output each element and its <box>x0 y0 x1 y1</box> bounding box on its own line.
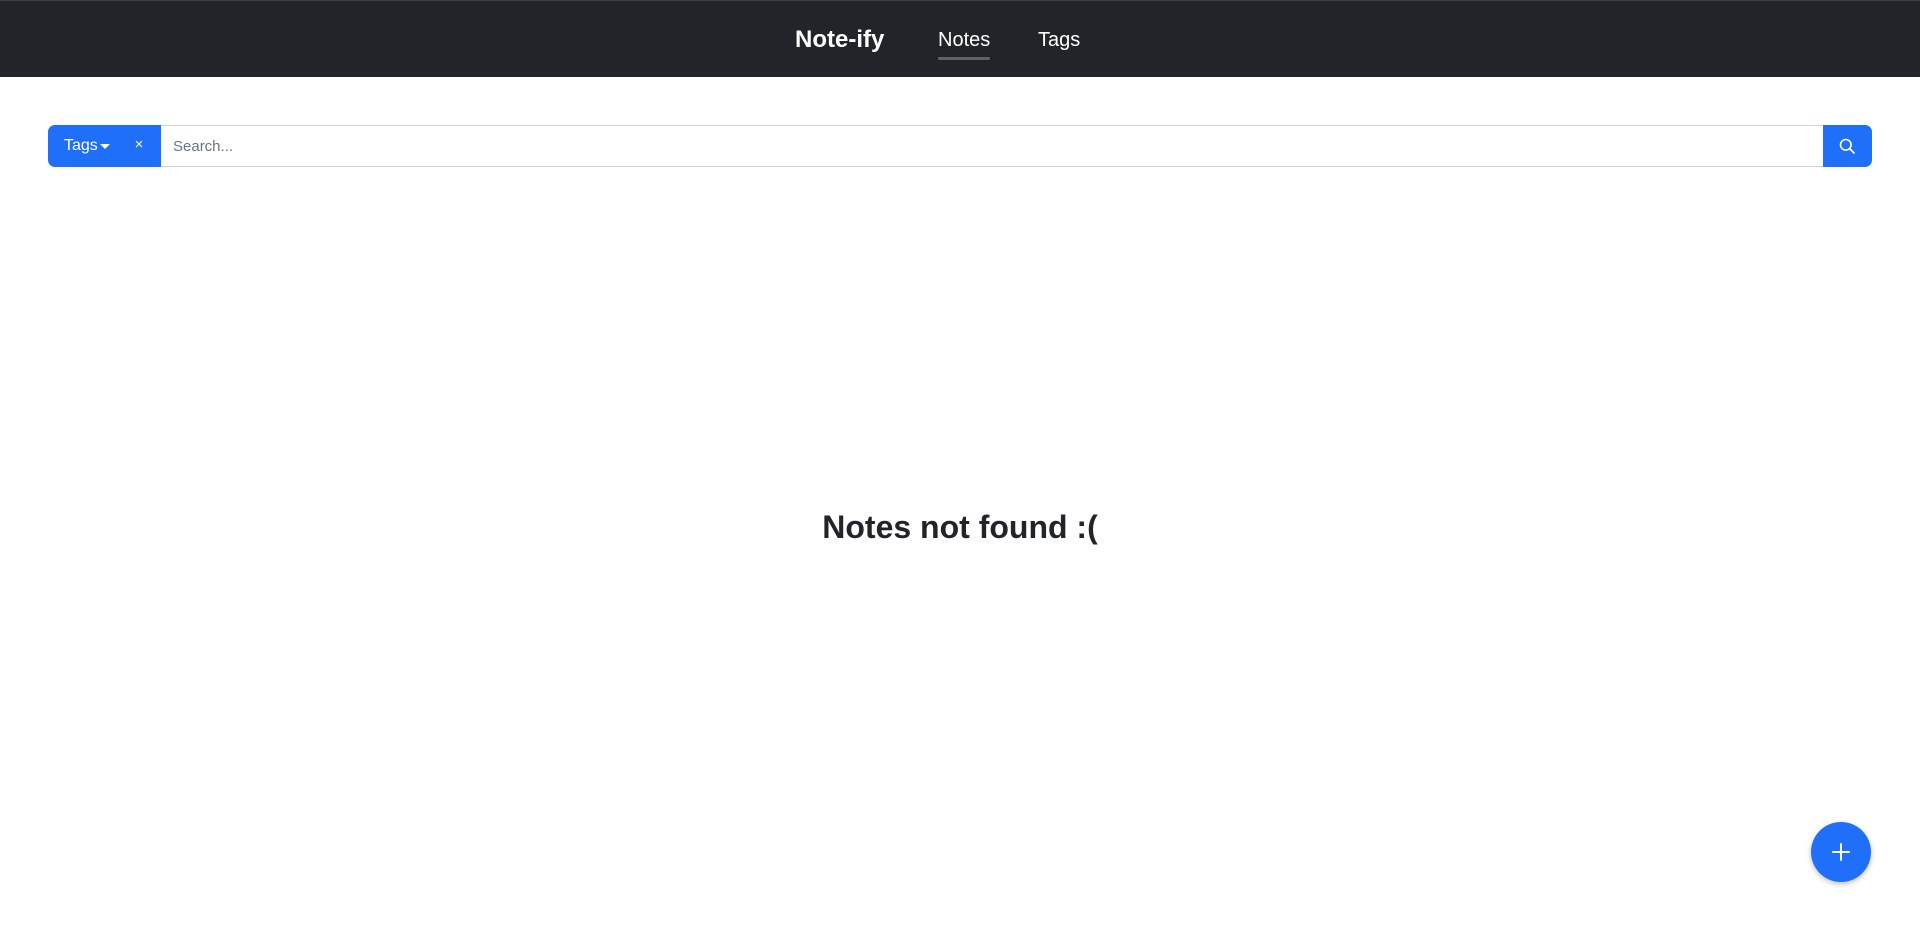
search-button[interactable] <box>1823 125 1872 167</box>
tags-dropdown-button[interactable]: Tags <box>64 136 98 156</box>
top-navbar: Note-ify Notes Tags <box>0 0 1920 77</box>
add-note-button[interactable] <box>1811 822 1871 882</box>
search-bar: Tags × <box>48 125 1872 167</box>
brand-logo[interactable]: Note-ify <box>795 24 884 56</box>
nav-link-notes[interactable]: Notes <box>938 26 990 54</box>
empty-state-message: Notes not found :( <box>822 509 1098 545</box>
tags-filter-group: Tags × <box>48 125 161 167</box>
caret-down-icon[interactable] <box>100 144 110 149</box>
plus-icon <box>1832 843 1850 861</box>
search-icon <box>1839 138 1855 154</box>
nav-link-tags[interactable]: Tags <box>1038 26 1080 54</box>
active-nav-indicator <box>938 57 990 60</box>
clear-tags-button[interactable]: × <box>131 135 147 155</box>
search-input[interactable] <box>161 125 1823 167</box>
